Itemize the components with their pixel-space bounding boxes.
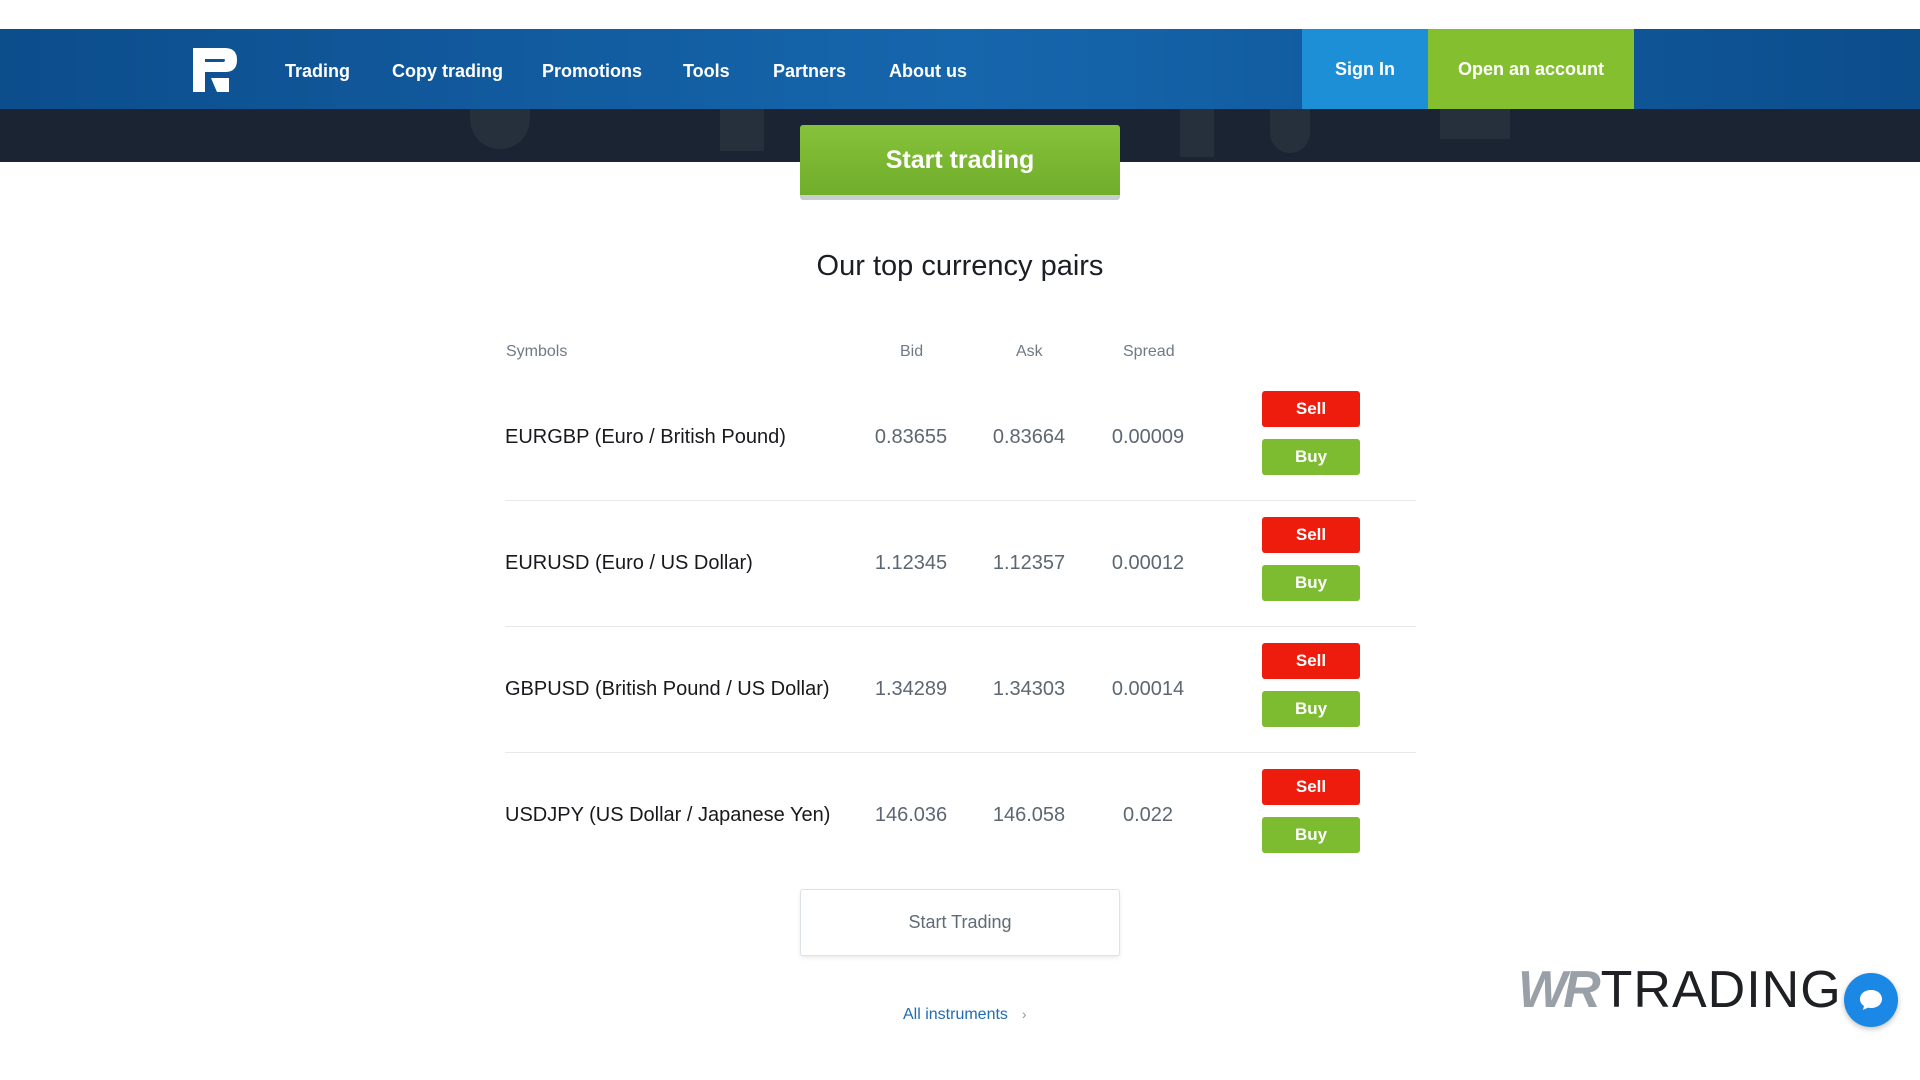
hero-decoration: [1270, 109, 1310, 153]
chat-button[interactable]: [1844, 973, 1898, 1027]
nav-about-us[interactable]: About us: [889, 29, 967, 109]
bid-value: 1.34289: [874, 678, 948, 700]
wr-trading-watermark: WRTRADING: [1518, 960, 1842, 1020]
nav-promotions[interactable]: Promotions: [542, 29, 642, 109]
all-instruments-label: All instruments: [903, 1006, 1008, 1023]
pair-symbol: USDJPY (US Dollar / Japanese Yen): [505, 804, 831, 826]
hero-decoration: [1180, 109, 1214, 157]
top-strip: [0, 0, 1920, 29]
currency-row: EURGBP (Euro / British Pound) 0.83655 0.…: [505, 374, 1416, 501]
currency-row: EURUSD (Euro / US Dollar) 1.12345 1.1235…: [505, 500, 1416, 627]
top-navbar: Trading Copy trading Promotions Tools Pa…: [0, 29, 1920, 109]
start-trading-button[interactable]: Start Trading: [800, 889, 1120, 956]
nav-tools[interactable]: Tools: [683, 29, 730, 109]
pair-symbol: GBPUSD (British Pound / US Dollar): [505, 678, 830, 700]
hero-decoration: [1440, 109, 1510, 139]
sell-button[interactable]: Sell: [1262, 643, 1360, 679]
hero-decoration: [720, 109, 764, 151]
sell-button[interactable]: Sell: [1262, 391, 1360, 427]
ask-value: 1.34303: [992, 678, 1066, 700]
open-account-button[interactable]: Open an account: [1428, 29, 1634, 109]
spread-value: 0.00012: [1111, 552, 1185, 574]
ask-value: 0.83664: [992, 426, 1066, 448]
sell-button[interactable]: Sell: [1262, 517, 1360, 553]
bid-value: 146.036: [874, 804, 948, 826]
watermark-prefix: WR: [1518, 961, 1601, 1019]
start-trading-hero-button[interactable]: Start trading: [800, 125, 1120, 200]
section-title: Our top currency pairs: [816, 250, 1104, 282]
ask-value: 146.058: [992, 804, 1066, 826]
nav-trading[interactable]: Trading: [285, 29, 350, 109]
header-bid: Bid: [900, 343, 924, 360]
nav-partners[interactable]: Partners: [773, 29, 846, 109]
buy-button[interactable]: Buy: [1262, 817, 1360, 853]
pair-symbol: EURUSD (Euro / US Dollar): [505, 552, 753, 574]
nav-copy-trading[interactable]: Copy trading: [392, 29, 503, 109]
sign-in-button[interactable]: Sign In: [1302, 29, 1428, 109]
currency-row: GBPUSD (British Pound / US Dollar) 1.342…: [505, 626, 1416, 753]
pair-symbol: EURGBP (Euro / British Pound): [505, 426, 786, 448]
chat-bubble-icon: [1860, 990, 1882, 1010]
currency-row: USDJPY (US Dollar / Japanese Yen) 146.03…: [505, 752, 1416, 878]
bid-value: 1.12345: [874, 552, 948, 574]
sell-button[interactable]: Sell: [1262, 769, 1360, 805]
hero-decoration: [470, 109, 530, 149]
header-spread: Spread: [1123, 343, 1175, 360]
buy-button[interactable]: Buy: [1262, 691, 1360, 727]
all-instruments-link[interactable]: All instruments ›: [903, 1006, 1027, 1024]
r-logo[interactable]: [191, 46, 241, 94]
buy-button[interactable]: Buy: [1262, 565, 1360, 601]
ask-value: 1.12357: [992, 552, 1066, 574]
header-symbols: Symbols: [506, 343, 568, 360]
bid-value: 0.83655: [874, 426, 948, 448]
header-ask: Ask: [1016, 343, 1043, 360]
spread-value: 0.00014: [1111, 678, 1185, 700]
spread-value: 0.022: [1122, 804, 1174, 826]
buy-button[interactable]: Buy: [1262, 439, 1360, 475]
watermark-text: TRADING: [1600, 961, 1842, 1019]
chevron-right-icon: ›: [1021, 1006, 1027, 1022]
spread-value: 0.00009: [1111, 426, 1185, 448]
